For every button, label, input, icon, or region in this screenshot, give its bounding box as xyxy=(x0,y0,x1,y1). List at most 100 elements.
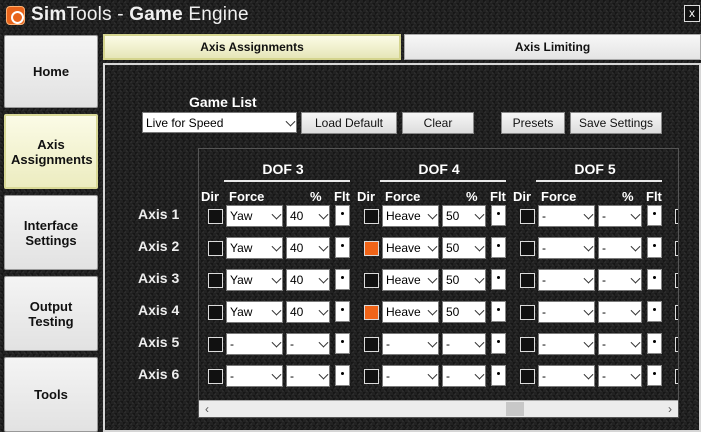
filter-button[interactable] xyxy=(491,205,506,226)
percent-select[interactable]: - xyxy=(442,365,486,387)
sidebar-item-axis-assignments[interactable]: Axis Assignments xyxy=(4,114,98,189)
force-select[interactable]: - xyxy=(382,333,439,355)
direction-checkbox[interactable] xyxy=(364,337,379,352)
direction-checkbox[interactable] xyxy=(520,241,535,256)
scroll-thumb[interactable] xyxy=(506,402,524,416)
percent-select[interactable]: 50 xyxy=(442,205,486,227)
direction-checkbox[interactable] xyxy=(520,273,535,288)
force-select[interactable]: - xyxy=(538,333,595,355)
force-select[interactable]: Yaw xyxy=(226,269,283,291)
close-button[interactable]: x xyxy=(684,5,700,22)
presets-button[interactable]: Presets xyxy=(501,112,565,134)
percent-select[interactable]: - xyxy=(598,205,642,227)
percent-select[interactable]: - xyxy=(598,301,642,323)
percent-value: - xyxy=(290,369,294,383)
direction-checkbox[interactable] xyxy=(364,209,379,224)
percent-select[interactable]: - xyxy=(598,365,642,387)
chevron-down-icon xyxy=(428,274,438,284)
percent-select[interactable]: 40 xyxy=(286,269,330,291)
direction-checkbox[interactable] xyxy=(675,273,679,288)
filter-button[interactable] xyxy=(335,205,350,226)
filter-button[interactable] xyxy=(335,269,350,290)
tab-axis-limiting[interactable]: Axis Limiting xyxy=(404,34,701,60)
force-select[interactable]: - xyxy=(226,365,283,387)
force-select[interactable]: Heave xyxy=(382,205,439,227)
filter-button[interactable] xyxy=(491,365,506,386)
percent-select[interactable]: 50 xyxy=(442,237,486,259)
chevron-left-icon[interactable]: ‹ xyxy=(199,402,215,416)
percent-select[interactable]: - xyxy=(598,237,642,259)
filter-button[interactable] xyxy=(491,301,506,322)
force-select[interactable]: - xyxy=(226,333,283,355)
force-select[interactable]: Yaw xyxy=(226,205,283,227)
filter-button[interactable] xyxy=(491,269,506,290)
direction-checkbox[interactable] xyxy=(675,337,679,352)
chevron-down-icon xyxy=(428,210,438,220)
percent-select[interactable]: - xyxy=(442,333,486,355)
force-select[interactable]: Yaw xyxy=(226,301,283,323)
percent-select[interactable]: - xyxy=(286,365,330,387)
direction-checkbox[interactable] xyxy=(208,273,223,288)
percent-select[interactable]: 40 xyxy=(286,237,330,259)
save-settings-button[interactable]: Save Settings xyxy=(570,112,662,134)
force-select[interactable]: Heave xyxy=(382,301,439,323)
direction-checkbox[interactable] xyxy=(364,273,379,288)
direction-checkbox[interactable] xyxy=(364,305,379,320)
force-select[interactable]: Heave xyxy=(382,237,439,259)
direction-checkbox[interactable] xyxy=(675,241,679,256)
direction-checkbox[interactable] xyxy=(208,209,223,224)
force-select[interactable]: Heave xyxy=(382,269,439,291)
force-select[interactable]: Yaw xyxy=(226,237,283,259)
filter-button[interactable] xyxy=(647,301,662,322)
force-select[interactable]: - xyxy=(382,365,439,387)
sidebar-item-home[interactable]: Home xyxy=(4,35,98,108)
column-header-percent: % xyxy=(310,189,322,204)
percent-select[interactable]: 50 xyxy=(442,301,486,323)
sidebar-item-tools[interactable]: Tools xyxy=(4,357,98,432)
filter-button[interactable] xyxy=(647,269,662,290)
direction-checkbox[interactable] xyxy=(520,337,535,352)
force-select[interactable]: - xyxy=(538,365,595,387)
direction-checkbox[interactable] xyxy=(208,369,223,384)
force-select[interactable]: - xyxy=(538,237,595,259)
percent-select[interactable]: 40 xyxy=(286,205,330,227)
filter-button[interactable] xyxy=(647,205,662,226)
percent-select[interactable]: 40 xyxy=(286,301,330,323)
force-select[interactable]: - xyxy=(538,301,595,323)
direction-checkbox[interactable] xyxy=(208,241,223,256)
sidebar-item-interface-settings[interactable]: Interface Settings xyxy=(4,195,98,270)
chevron-right-icon[interactable]: › xyxy=(662,402,678,416)
horizontal-scrollbar[interactable]: ‹ › xyxy=(199,400,678,417)
direction-checkbox[interactable] xyxy=(675,305,679,320)
direction-checkbox[interactable] xyxy=(364,241,379,256)
percent-select[interactable]: - xyxy=(286,333,330,355)
direction-checkbox[interactable] xyxy=(520,305,535,320)
filter-button[interactable] xyxy=(647,365,662,386)
sidebar-item-output-testing[interactable]: Output Testing xyxy=(4,276,98,351)
clear-button[interactable]: Clear xyxy=(402,112,474,134)
force-select[interactable]: - xyxy=(538,205,595,227)
direction-checkbox[interactable] xyxy=(208,305,223,320)
direction-checkbox[interactable] xyxy=(675,369,679,384)
load-default-button[interactable]: Load Default xyxy=(301,112,397,134)
filter-button[interactable] xyxy=(491,333,506,354)
percent-select[interactable]: - xyxy=(598,269,642,291)
filter-button[interactable] xyxy=(335,301,350,322)
game-list-select[interactable]: Live for Speed xyxy=(142,112,297,133)
force-select[interactable]: - xyxy=(538,269,595,291)
direction-checkbox[interactable] xyxy=(364,369,379,384)
direction-checkbox[interactable] xyxy=(520,369,535,384)
filter-button[interactable] xyxy=(491,237,506,258)
filter-button[interactable] xyxy=(335,365,350,386)
tab-axis-assignments[interactable]: Axis Assignments xyxy=(103,34,401,60)
filter-button[interactable] xyxy=(335,237,350,258)
filter-button[interactable] xyxy=(335,333,350,354)
direction-checkbox[interactable] xyxy=(520,209,535,224)
percent-select[interactable]: - xyxy=(598,333,642,355)
direction-checkbox[interactable] xyxy=(675,209,679,224)
direction-checkbox[interactable] xyxy=(208,337,223,352)
filter-button[interactable] xyxy=(647,333,662,354)
force-value: - xyxy=(230,369,234,383)
percent-select[interactable]: 50 xyxy=(442,269,486,291)
filter-button[interactable] xyxy=(647,237,662,258)
